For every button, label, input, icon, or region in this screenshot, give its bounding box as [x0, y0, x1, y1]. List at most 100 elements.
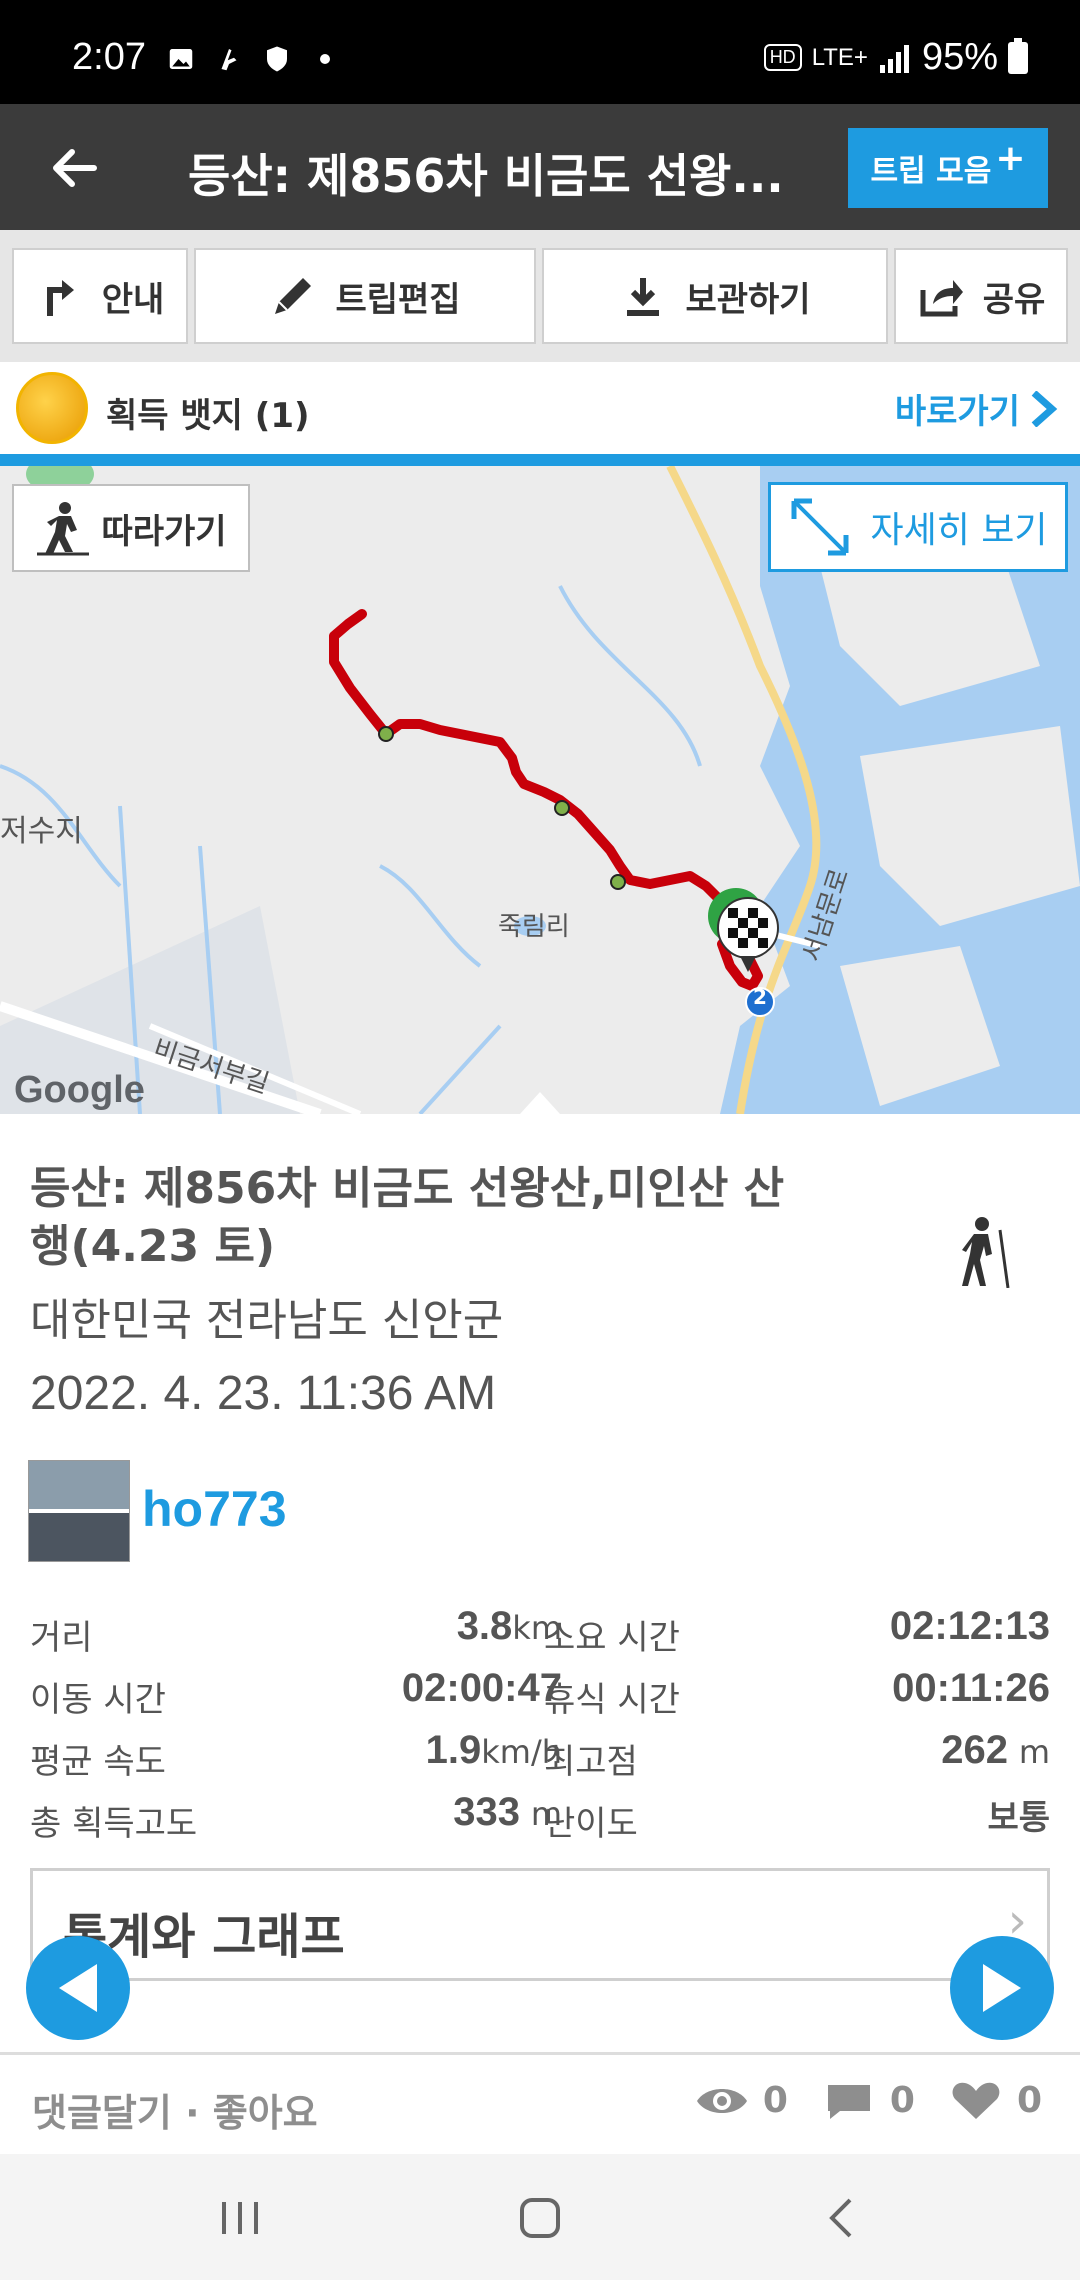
app-header: 등산: 제856차 비금도 선왕... 트립 모음 + — [0, 104, 1080, 230]
trip-collection-button[interactable]: 트립 모음 + — [848, 128, 1048, 208]
likes-count: 0 — [1016, 2080, 1042, 2121]
social-row: 댓글달기 · 좋아요 0 0 0 — [0, 2056, 1080, 2154]
view-detail-label: 자세히 보기 — [870, 510, 1048, 551]
shield-icon — [267, 46, 287, 72]
views-count: 0 — [762, 2080, 788, 2121]
stats-table: 거리 3.8km 소요 시간 02:12:13 이동 시간 02:00:47 휴… — [30, 1598, 1050, 1846]
edit-trip-label: 트립편집 — [335, 279, 461, 320]
moving-time-value: 02:00:47 — [401, 1666, 562, 1710]
max-altitude-unit: m — [1018, 1733, 1050, 1771]
gallery-icon — [169, 49, 193, 69]
save-label: 보관하기 — [685, 279, 811, 320]
username-link[interactable]: ho773 — [142, 1480, 287, 1538]
hiking-app-icon — [221, 49, 237, 71]
goto-label: 바로가기 — [894, 392, 1020, 432]
share-label: 공유 — [982, 279, 1046, 320]
duration-value: 02:12:13 — [889, 1604, 1050, 1648]
play-right-icon — [983, 1964, 1021, 2012]
walker-icon — [37, 502, 90, 556]
badge-row[interactable]: 획득 뱃지 (1) 바로가기 — [0, 362, 1080, 454]
trip-title: 등산: 제856차 비금도 선왕산,미인산 산행(4.23 토) — [30, 1163, 785, 1272]
divider-line — [0, 2052, 1080, 2055]
guide-label: 안내 — [101, 279, 165, 320]
avatar[interactable] — [28, 1460, 130, 1562]
play-left-icon — [59, 1964, 97, 2012]
divider-line — [0, 454, 1080, 466]
route-map[interactable]: 저수지 죽림리 비금서부길 서남문로 2 따라가기 자세히 보기 Google — [0, 466, 1080, 1114]
battery-icon — [1008, 37, 1028, 74]
recent-apps-icon — [222, 2202, 258, 2234]
status-time: 2:07 — [72, 36, 146, 78]
avg-speed-label: 평균 속도 — [30, 1742, 166, 1782]
comment-icon — [827, 2084, 870, 2119]
plus-icon: + — [995, 137, 1026, 179]
turn-guide-icon — [46, 280, 74, 316]
route-number-label: 2 — [753, 985, 767, 1009]
network-label: LTE+ — [811, 43, 868, 71]
edit-trip-button[interactable]: 트립편집 — [194, 248, 536, 344]
max-altitude-label: 최고점 — [544, 1742, 638, 1782]
hiker-icon — [962, 1217, 1010, 1288]
elevation-gain-label: 총 획득고도 — [30, 1804, 198, 1844]
comments-count: 0 — [889, 2080, 915, 2121]
home-icon — [520, 2198, 560, 2238]
difficulty-value: 보통 — [987, 1798, 1050, 1838]
elevation-gain-value: 333 — [453, 1790, 521, 1834]
heart-icon — [952, 2082, 1000, 2119]
guide-button[interactable]: 안내 — [12, 248, 188, 344]
notification-icons — [166, 44, 340, 74]
goto-link[interactable]: 바로가기 — [895, 384, 1058, 433]
google-attribution: Google — [14, 1069, 145, 1111]
next-button[interactable] — [950, 1936, 1054, 2040]
moving-time-label: 이동 시간 — [30, 1680, 166, 1720]
badge-icon — [16, 372, 88, 444]
status-bar: 2:07 HD LTE+ 95% — [0, 0, 1080, 104]
page-title: 등산: 제856차 비금도 선왕... — [188, 149, 784, 203]
trip-location: 대한민국 전라남도 신안군 — [30, 1295, 504, 1346]
save-button[interactable]: 보관하기 — [542, 248, 888, 344]
avg-speed-value: 1.9 — [425, 1728, 482, 1772]
follow-button[interactable]: 따라가기 — [12, 484, 250, 572]
social-counters: 0 0 0 — [695, 2080, 1042, 2121]
stat-row: 평균 속도 1.9km/h 최고점 262 m — [30, 1722, 1050, 1784]
hd-badge: HD — [763, 44, 802, 71]
download-icon — [627, 278, 660, 316]
pencil-icon — [275, 278, 312, 314]
map-label-reservoir: 저수지 — [0, 814, 83, 849]
stats-graph-button[interactable]: 통계와 그래프 › — [30, 1868, 1050, 1980]
chevron-right-icon — [1031, 390, 1058, 427]
difficulty-label: 난이도 — [544, 1804, 638, 1844]
comment-like-link[interactable]: 댓글달기 · 좋아요 — [32, 2082, 318, 2137]
expand-icon — [791, 498, 849, 556]
share-icon — [920, 280, 963, 317]
system-back-button[interactable] — [812, 2190, 872, 2246]
trip-collection-label: 트립 모음 — [870, 154, 992, 189]
action-toolbar: 안내 트립편집 보관하기 공유 — [0, 230, 1080, 362]
duration-label: 소요 시간 — [544, 1618, 680, 1658]
view-detail-button[interactable]: 자세히 보기 — [768, 482, 1068, 572]
signal-icon — [879, 44, 909, 73]
share-button[interactable]: 공유 — [894, 248, 1068, 344]
max-altitude-value: 262 — [941, 1728, 1009, 1772]
system-navigation-bar — [0, 2154, 1080, 2280]
previous-button[interactable] — [26, 1936, 130, 2040]
badge-label: 획득 뱃지 (1) — [106, 396, 310, 436]
rest-time-value: 00:11:26 — [892, 1666, 1050, 1710]
home-button[interactable] — [510, 2190, 570, 2246]
stat-row: 이동 시간 02:00:47 휴식 시간 00:11:26 — [30, 1660, 1050, 1722]
stat-row: 거리 3.8km 소요 시간 02:12:13 — [30, 1598, 1050, 1660]
battery-percent: 95% — [921, 36, 998, 78]
dot-icon — [320, 54, 330, 64]
distance-label: 거리 — [30, 1618, 93, 1658]
back-chevron-icon — [829, 2198, 852, 2238]
follow-label: 따라가기 — [101, 511, 227, 552]
divider-line — [30, 1978, 1050, 1981]
map-label-village: 죽림리 — [498, 912, 570, 942]
back-arrow-icon[interactable] — [44, 138, 104, 198]
recent-apps-button[interactable] — [210, 2190, 270, 2246]
rest-time-label: 휴식 시간 — [544, 1680, 680, 1720]
trip-datetime: 2022. 4. 23. 11:36 AM — [30, 1367, 497, 1420]
stat-row: 총 획득고도 333 m 난이도 보통 — [30, 1784, 1050, 1846]
eye-icon — [696, 2088, 747, 2113]
distance-value: 3.8 — [456, 1604, 513, 1648]
